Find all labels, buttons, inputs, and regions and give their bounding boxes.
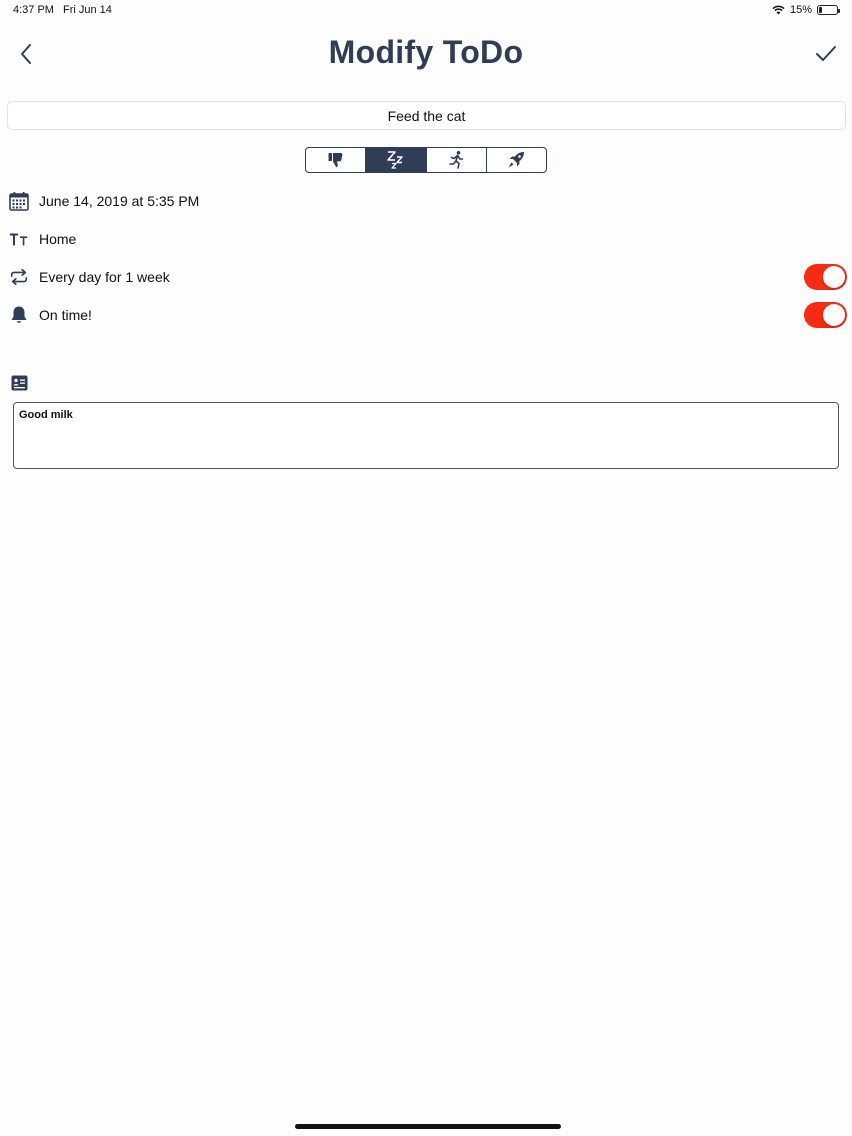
sleep-zzz-icon bbox=[387, 151, 403, 169]
running-person-icon bbox=[449, 151, 464, 169]
battery-tip bbox=[838, 9, 840, 13]
reminder-row: On time! bbox=[0, 299, 852, 331]
calendar-icon bbox=[9, 191, 29, 211]
priority-segmented-control bbox=[305, 147, 547, 173]
battery-percent: 15% bbox=[789, 4, 812, 16]
segment-running[interactable] bbox=[427, 148, 487, 172]
repeat-icon bbox=[9, 267, 29, 287]
status-left: 4:37 PM Fri Jun 14 bbox=[13, 4, 112, 16]
wifi-icon bbox=[772, 5, 785, 15]
repeat-toggle[interactable] bbox=[804, 264, 847, 290]
bell-icon bbox=[9, 305, 29, 325]
category-row[interactable]: Home bbox=[0, 223, 852, 255]
repeat-label: Every day for 1 week bbox=[39, 269, 170, 285]
status-right: 15% bbox=[772, 4, 840, 16]
repeat-row: Every day for 1 week bbox=[0, 261, 852, 293]
battery-icon bbox=[817, 5, 840, 15]
notes-text: Good milk bbox=[19, 409, 73, 421]
status-bar: 4:37 PM Fri Jun 14 15% bbox=[0, 0, 852, 22]
reminder-toggle[interactable] bbox=[804, 302, 847, 328]
modify-todo-screen: 4:37 PM Fri Jun 14 15% Modify ToDo Feed … bbox=[0, 0, 852, 1136]
todo-title-input[interactable] bbox=[7, 101, 846, 130]
toggle-knob bbox=[823, 304, 845, 326]
text-size-icon bbox=[9, 229, 29, 249]
rocket-icon bbox=[508, 152, 525, 168]
notes-textarea[interactable]: Good milk bbox=[13, 402, 839, 469]
status-date: Fri Jun 14 bbox=[62, 4, 112, 16]
segment-rocket[interactable] bbox=[487, 148, 546, 172]
segment-sleep[interactable] bbox=[366, 148, 427, 172]
date-row[interactable]: June 14, 2019 at 5:35 PM bbox=[0, 185, 852, 217]
thumbs-down-icon bbox=[328, 153, 342, 168]
done-button[interactable] bbox=[812, 40, 840, 68]
page-title: Modify ToDo bbox=[328, 34, 524, 70]
category-label: Home bbox=[39, 231, 77, 247]
battery-level bbox=[819, 7, 822, 13]
notes-card-icon bbox=[11, 375, 28, 391]
home-indicator[interactable] bbox=[295, 1124, 561, 1129]
reminder-label: On time! bbox=[39, 307, 92, 323]
date-label: June 14, 2019 at 5:35 PM bbox=[39, 193, 200, 209]
checkmark-icon bbox=[816, 46, 836, 61]
status-time: 4:37 PM bbox=[13, 4, 54, 16]
segment-thumbs-down[interactable] bbox=[306, 148, 367, 172]
toggle-knob bbox=[823, 266, 845, 288]
